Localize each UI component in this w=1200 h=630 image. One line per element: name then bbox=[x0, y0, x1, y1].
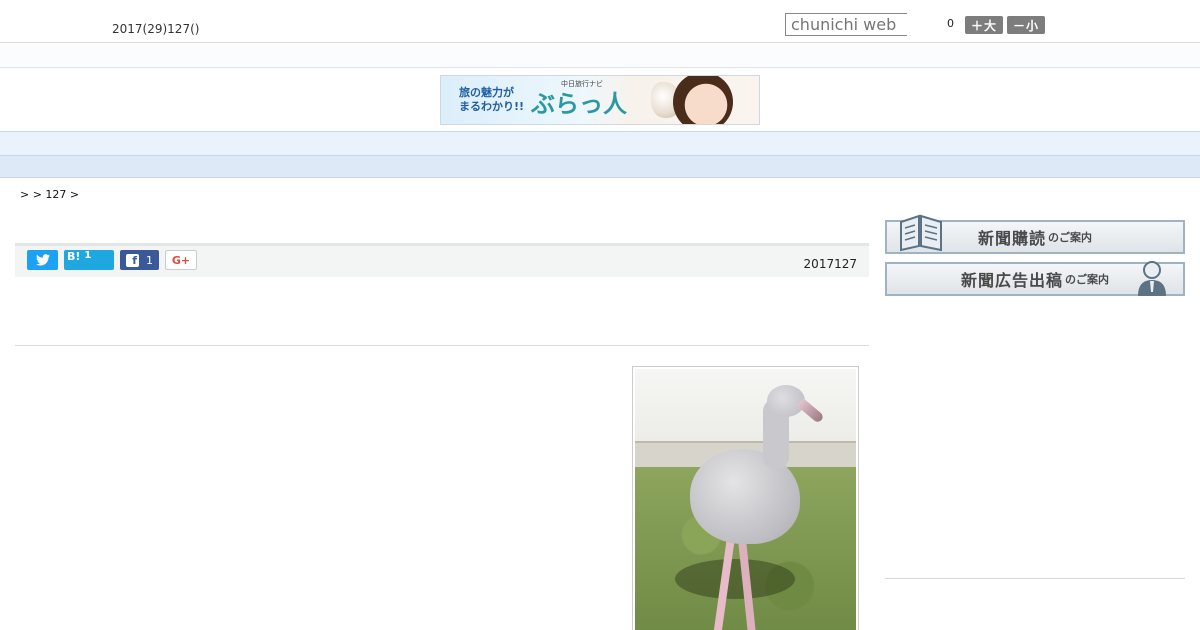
facebook-count: 1 bbox=[146, 253, 153, 267]
search-input[interactable] bbox=[785, 13, 907, 36]
sub-nav bbox=[0, 156, 1200, 178]
article-photo-frame[interactable] bbox=[632, 366, 859, 630]
person-icon bbox=[1138, 261, 1166, 296]
facebook-icon: f bbox=[126, 253, 139, 267]
twitter-icon bbox=[35, 254, 50, 266]
counter-value: 0 bbox=[947, 17, 954, 30]
model-photo bbox=[673, 76, 733, 124]
sidebar-divider bbox=[885, 578, 1185, 579]
font-larger-button[interactable]: ＋大 bbox=[965, 16, 1003, 34]
content-divider bbox=[15, 345, 869, 346]
subscription-label: 新聞購読 bbox=[977, 229, 1046, 248]
banner-tagline: 旅の魅力が まるわかり!! bbox=[459, 86, 525, 113]
hatena-bookmark-button[interactable]: B! 1 bbox=[64, 250, 114, 270]
main-nav bbox=[0, 131, 1200, 156]
hatena-icon: B! bbox=[67, 250, 81, 263]
hatena-count: 1 bbox=[84, 250, 92, 261]
font-smaller-button[interactable]: －小 bbox=[1007, 16, 1045, 34]
advertising-suffix: のご案内 bbox=[1065, 273, 1109, 286]
current-date: 2017(29)127() bbox=[112, 22, 200, 36]
banner-brand-logo: ぶらっ人 bbox=[531, 89, 627, 118]
twitter-share-button[interactable] bbox=[27, 250, 58, 270]
breadcrumb[interactable]: > > 127 > bbox=[20, 188, 79, 201]
flamingo-chick-photo bbox=[635, 369, 856, 630]
sub-bar bbox=[0, 44, 1200, 68]
advertising-label: 新聞広告出稿 bbox=[960, 271, 1063, 290]
gplus-share-button[interactable]: G+ bbox=[165, 250, 197, 270]
subscription-suffix: のご案内 bbox=[1048, 231, 1092, 244]
book-icon bbox=[900, 214, 942, 252]
publish-date: 2017127 bbox=[803, 257, 857, 271]
share-bar: B! 1 f 1 G+ 2017127 bbox=[15, 243, 869, 277]
facebook-share-button[interactable]: f 1 bbox=[120, 250, 159, 270]
newspaper-subscription-button[interactable]: 新聞購読 のご案内 bbox=[885, 214, 1185, 254]
travel-banner-ad[interactable]: 旅の魅力が まるわかり!! 中日旅行ナビ ぶらっ人 bbox=[440, 75, 760, 125]
top-bar: 2017(29)127() 0 ＋大 －小 bbox=[0, 0, 1200, 43]
newspaper-advertising-button[interactable]: 新聞広告出稿 のご案内 bbox=[885, 261, 1185, 296]
